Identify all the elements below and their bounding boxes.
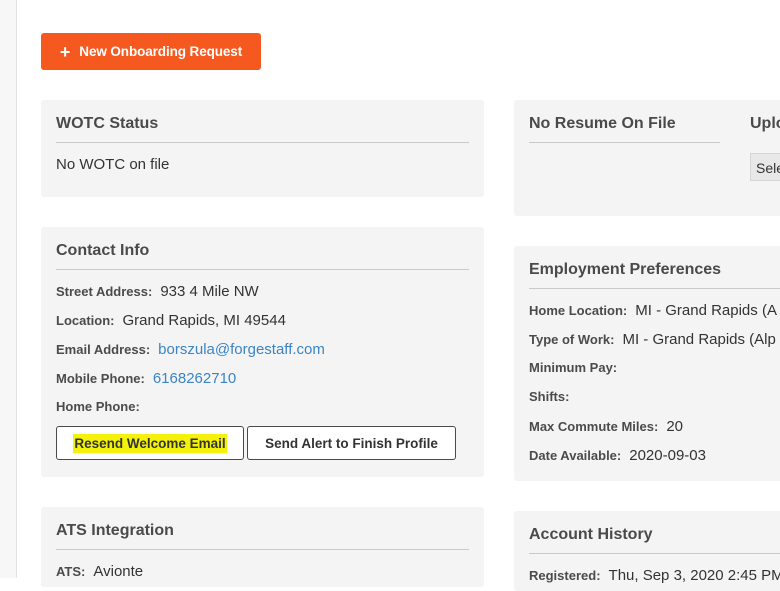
shifts-row: Shifts: (529, 389, 577, 404)
ats-value: Avionte (93, 563, 144, 580)
account-history-card: Account History Registered: Thu, Sep 3, … (514, 511, 780, 591)
resume-title: No Resume On File (529, 115, 676, 132)
divider (56, 142, 469, 143)
type-of-work-row: Type of Work: MI - Grand Rapids (Alp (529, 331, 776, 348)
mobile-phone-row: Mobile Phone: 6168262710 (56, 370, 236, 387)
wotc-status-card: WOTC Status No WOTC on file (41, 100, 484, 197)
contact-info-title: Contact Info (56, 242, 150, 259)
wotc-status-text: No WOTC on file (56, 156, 170, 173)
date-available-value: 2020-09-03 (629, 447, 706, 464)
account-history-title: Account History (529, 526, 653, 543)
home-phone-row: Home Phone: (56, 399, 148, 414)
street-address-label: Street Address: (56, 284, 153, 299)
home-location-value: MI - Grand Rapids (A (635, 302, 777, 319)
location-row: Location: Grand Rapids, MI 49544 (56, 312, 286, 329)
type-of-work-value: MI - Grand Rapids (Alp (622, 331, 776, 348)
home-location-row: Home Location: MI - Grand Rapids (A (529, 302, 777, 319)
divider (529, 142, 720, 143)
divider (529, 288, 780, 289)
home-location-label: Home Location: (529, 303, 628, 318)
email-row: Email Address: borszula@forgestaff.com (56, 341, 325, 358)
ats-row: ATS: Avionte (56, 563, 143, 580)
ats-integration-title: ATS Integration (56, 522, 174, 539)
mobile-phone-link[interactable]: 6168262710 (153, 370, 236, 387)
date-available-label: Date Available: (529, 448, 622, 463)
contact-info-card: Contact Info Street Address: 933 4 Mile … (41, 227, 484, 477)
minimum-pay-label: Minimum Pay: (529, 360, 618, 375)
resume-card: No Resume On File Uplo (514, 100, 780, 216)
ats-label: ATS: (56, 564, 86, 579)
home-phone-label: Home Phone: (56, 399, 140, 414)
location-value: Grand Rapids, MI 49544 (122, 312, 286, 329)
location-label: Location: (56, 313, 115, 328)
send-alert-button[interactable]: Send Alert to Finish Profile (247, 426, 456, 460)
email-link[interactable]: borszula@forgestaff.com (158, 341, 325, 358)
plus-icon: + (59, 41, 71, 62)
upload-title: Uplo (750, 115, 780, 132)
max-commute-value: 20 (666, 418, 683, 435)
type-of-work-label: Type of Work: (529, 332, 615, 347)
send-alert-label: Send Alert to Finish Profile (265, 435, 438, 451)
resend-welcome-email-label: Resend Welcome Email (73, 433, 227, 453)
divider (56, 549, 469, 550)
wotc-status-title: WOTC Status (56, 115, 159, 132)
date-available-row: Date Available: 2020-09-03 (529, 447, 706, 464)
registered-row: Registered: Thu, Sep 3, 2020 2:45 PM (529, 567, 780, 584)
left-rail (0, 0, 17, 578)
ats-integration-card: ATS Integration ATS: Avionte (41, 507, 484, 587)
registered-value: Thu, Sep 3, 2020 2:45 PM (608, 567, 780, 584)
street-address-value: 933 4 Mile NW (160, 283, 259, 300)
street-address-row: Street Address: 933 4 Mile NW (56, 283, 259, 300)
employment-preferences-title: Employment Preferences (529, 261, 722, 278)
max-commute-row: Max Commute Miles: 20 (529, 418, 683, 435)
mobile-phone-label: Mobile Phone: (56, 371, 145, 386)
resend-welcome-email-button[interactable]: Resend Welcome Email (56, 426, 244, 460)
divider (529, 553, 780, 554)
employment-preferences-card: Employment Preferences Home Location: MI… (514, 246, 780, 481)
new-onboarding-request-button[interactable]: + New Onboarding Request (41, 33, 261, 70)
new-onboarding-request-label: New Onboarding Request (79, 44, 243, 59)
registered-label: Registered: (529, 568, 601, 583)
upload-select[interactable]: Sele (750, 153, 780, 181)
max-commute-label: Max Commute Miles: (529, 419, 659, 434)
email-label: Email Address: (56, 342, 151, 357)
minimum-pay-row: Minimum Pay: (529, 360, 625, 375)
shifts-label: Shifts: (529, 389, 570, 404)
divider (56, 269, 469, 270)
